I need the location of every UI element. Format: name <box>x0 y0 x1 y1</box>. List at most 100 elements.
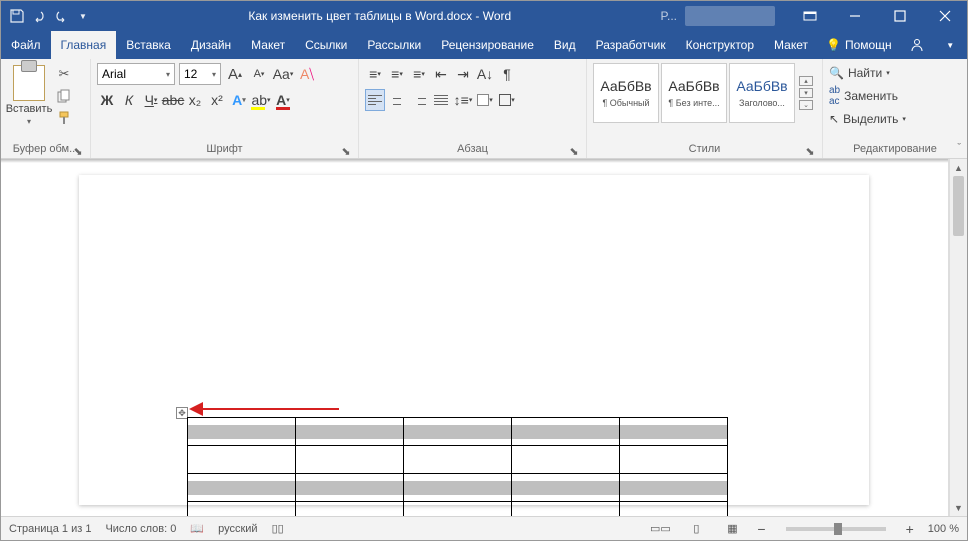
tab-developer[interactable]: Разработчик <box>586 31 676 59</box>
macro-icon[interactable]: ▯▯ <box>272 522 284 535</box>
scroll-thumb[interactable] <box>953 176 964 236</box>
tab-constructor[interactable]: Конструктор <box>676 31 764 59</box>
para-dialog-icon[interactable]: ⬊ <box>568 145 580 157</box>
increase-indent-icon[interactable]: ⇥ <box>453 63 473 85</box>
group-editing: 🔍Найти▾ abacЗаменить ↖Выделить▾ Редактир… <box>823 59 967 158</box>
paste-button[interactable]: Вставить ▾ <box>7 61 51 126</box>
status-bar: Страница 1 из 1 Число слов: 0 📖 русский … <box>1 516 967 540</box>
bullets-icon[interactable]: ≡▾ <box>365 63 385 85</box>
align-right-icon[interactable] <box>409 89 429 111</box>
page-indicator[interactable]: Страница 1 из 1 <box>9 523 91 535</box>
document-area[interactable]: ✥ <box>1 159 949 516</box>
scroll-down-icon[interactable]: ▼ <box>950 499 967 516</box>
maximize-icon[interactable] <box>877 1 922 31</box>
redo-icon[interactable] <box>53 8 69 24</box>
zoom-out[interactable]: − <box>757 521 765 537</box>
tab-file[interactable]: Файл <box>1 31 51 59</box>
zoom-in[interactable]: + <box>906 521 914 537</box>
align-center-icon[interactable] <box>387 89 407 111</box>
print-view-icon[interactable]: ▯ <box>685 520 707 538</box>
tab-home[interactable]: Главная <box>51 31 117 59</box>
tell-me[interactable]: 💡Помощн <box>818 31 900 59</box>
font-dialog-icon[interactable]: ⬊ <box>340 145 352 157</box>
font-name-combo[interactable]: Arial▾ <box>97 63 175 85</box>
language-indicator[interactable]: русский <box>218 523 257 535</box>
decrease-indent-icon[interactable]: ⇤ <box>431 63 451 85</box>
word-table[interactable] <box>187 417 728 516</box>
text-effects-icon[interactable]: A▾ <box>229 89 249 111</box>
numbering-icon[interactable]: ≡▾ <box>387 63 407 85</box>
ribbon-options-icon[interactable] <box>787 1 832 31</box>
borders-icon[interactable]: ▾ <box>497 89 517 111</box>
change-case-icon[interactable]: Aa▾ <box>273 63 293 85</box>
undo-icon[interactable] <box>31 8 47 24</box>
cursor-icon: ↖ <box>829 112 839 126</box>
tab-review[interactable]: Рецензирование <box>431 31 544 59</box>
tab-mailings[interactable]: Рассылки <box>357 31 431 59</box>
styles-more[interactable]: ▴▾⌄ <box>797 63 813 123</box>
strike-button[interactable]: abc <box>163 89 183 111</box>
style-heading[interactable]: АаБбВвЗаголово... <box>729 63 795 123</box>
justify-icon[interactable] <box>431 89 451 111</box>
format-painter-icon[interactable] <box>55 109 73 127</box>
subscript-button[interactable]: x₂ <box>185 89 205 111</box>
style-normal[interactable]: АаБбВв¶ Обычный <box>593 63 659 123</box>
close-icon[interactable] <box>922 1 967 31</box>
bold-button[interactable]: Ж <box>97 89 117 111</box>
group-styles-label: Стили <box>689 143 721 155</box>
overflow-icon[interactable]: ▼ <box>933 31 967 59</box>
select-button[interactable]: ↖Выделить▾ <box>829 109 906 129</box>
tab-layout[interactable]: Макет <box>241 31 295 59</box>
shrink-font-icon[interactable]: A▾ <box>249 63 269 85</box>
word-count[interactable]: Число слов: 0 <box>105 523 176 535</box>
zoom-slider[interactable] <box>786 527 886 531</box>
tab-design[interactable]: Дизайн <box>181 31 241 59</box>
superscript-button[interactable]: x² <box>207 89 227 111</box>
qa-dropdown-icon[interactable]: ▼ <box>75 8 91 24</box>
clear-format-icon[interactable]: A⧹ <box>297 63 317 85</box>
share-icon[interactable] <box>900 31 934 59</box>
highlight-icon[interactable]: ab▾ <box>251 89 271 111</box>
account-box[interactable] <box>685 6 775 26</box>
line-spacing-icon[interactable]: ↕≡▾ <box>453 89 473 111</box>
styles-dialog-icon[interactable]: ⬊ <box>804 145 816 157</box>
shading-icon[interactable]: ▾ <box>475 89 495 111</box>
scroll-up-icon[interactable]: ▲ <box>950 159 967 176</box>
collapse-ribbon-icon[interactable]: ˇ <box>957 142 961 154</box>
web-view-icon[interactable]: ▦ <box>721 520 743 538</box>
annotation-arrow <box>189 402 339 416</box>
tab-insert[interactable]: Вставка <box>116 31 181 59</box>
zoom-level[interactable]: 100 % <box>928 523 959 535</box>
ribbon-tabs: Файл Главная Вставка Дизайн Макет Ссылки… <box>1 31 967 59</box>
group-editing-label: Редактирование <box>853 143 937 155</box>
font-size-combo[interactable]: 12▾ <box>179 63 221 85</box>
sort-icon[interactable]: A↓ <box>475 63 495 85</box>
style-nospace[interactable]: АаБбВв¶ Без инте... <box>661 63 727 123</box>
show-marks-icon[interactable]: ¶ <box>497 63 517 85</box>
account-label[interactable]: P... <box>661 9 677 23</box>
paste-icon <box>13 65 45 101</box>
proofing-icon[interactable]: 📖 <box>190 522 204 535</box>
underline-button[interactable]: Ч▾ <box>141 89 161 111</box>
copy-icon[interactable] <box>55 87 73 105</box>
paste-label: Вставить <box>6 103 53 115</box>
multilevel-icon[interactable]: ≡▾ <box>409 63 429 85</box>
find-button[interactable]: 🔍Найти▾ <box>829 63 906 83</box>
grow-font-icon[interactable]: A▴ <box>225 63 245 85</box>
cut-icon[interactable]: ✂ <box>55 65 73 83</box>
vertical-scrollbar[interactable]: ▲ ▼ <box>949 159 967 516</box>
font-name-value: Arial <box>102 67 126 81</box>
tab-view[interactable]: Вид <box>544 31 586 59</box>
save-icon[interactable] <box>9 8 25 24</box>
search-icon: 🔍 <box>829 66 844 80</box>
tab-references[interactable]: Ссылки <box>295 31 357 59</box>
italic-button[interactable]: К <box>119 89 139 111</box>
group-styles: АаБбВв¶ Обычный АаБбВв¶ Без инте... АаБб… <box>587 59 823 158</box>
read-view-icon[interactable]: ▭▭ <box>649 520 671 538</box>
minimize-icon[interactable] <box>832 1 877 31</box>
replace-button[interactable]: abacЗаменить <box>829 86 906 106</box>
tab-layout2[interactable]: Макет <box>764 31 818 59</box>
font-color-icon[interactable]: A▾ <box>273 89 293 111</box>
align-left-icon[interactable] <box>365 89 385 111</box>
clipboard-dialog-icon[interactable]: ⬊ <box>72 145 84 157</box>
